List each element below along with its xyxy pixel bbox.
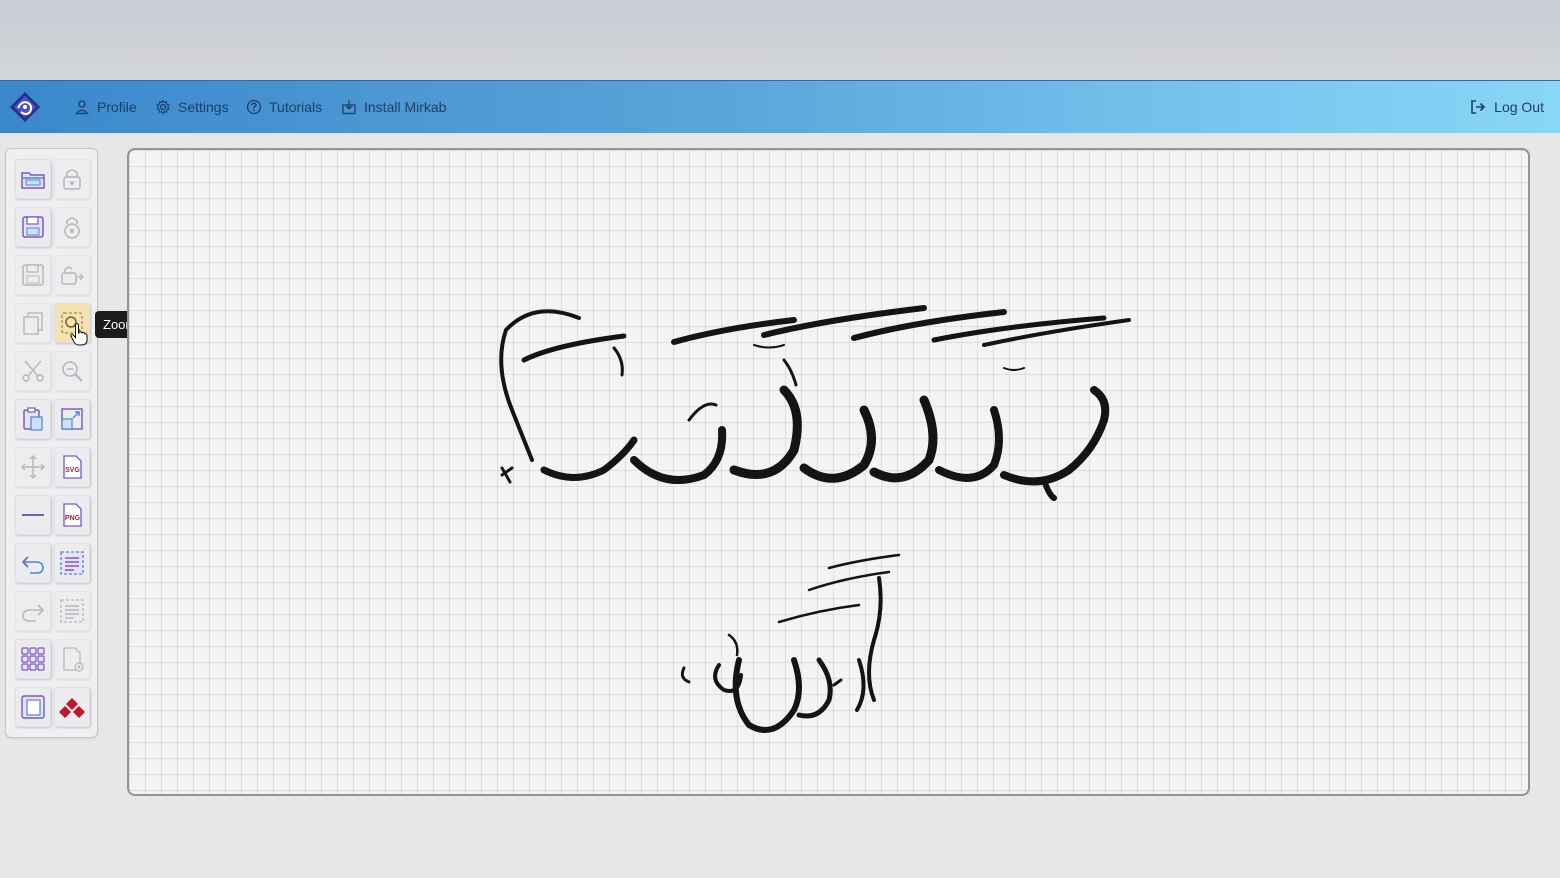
nav-tutorials[interactable]: Tutorials xyxy=(246,95,322,119)
move-button[interactable] xyxy=(15,447,51,487)
grid-icon xyxy=(21,647,45,671)
undo-icon xyxy=(21,556,44,574)
user-icon xyxy=(75,100,89,115)
gear-icon xyxy=(156,99,170,115)
save-as-icon xyxy=(22,264,44,286)
open-file-button[interactable] xyxy=(15,159,51,199)
nav-tutorials-label: Tutorials xyxy=(269,99,323,115)
open-folder-icon xyxy=(21,172,45,189)
grid-button[interactable] xyxy=(15,639,51,679)
redo-button[interactable] xyxy=(15,591,51,631)
help-icon xyxy=(246,99,262,115)
export-png-button[interactable]: PNG xyxy=(54,495,90,535)
zoom-out-icon xyxy=(62,361,83,382)
cut-icon xyxy=(22,360,44,382)
copy-button[interactable] xyxy=(15,303,51,343)
install-icon xyxy=(342,100,356,115)
paste-icon xyxy=(23,407,43,431)
save-button[interactable] xyxy=(15,207,51,247)
line-icon xyxy=(22,514,44,516)
nav-install-label: Install Mirkab xyxy=(364,99,447,115)
top-navbar: Profile Settings Tutorials Install Mirka… xyxy=(0,80,1560,133)
lock-icon xyxy=(63,169,81,190)
nav-profile[interactable]: Profile xyxy=(74,95,137,119)
png-export-icon: PNG xyxy=(63,503,82,527)
nav-profile-label: Profile xyxy=(97,99,137,115)
unlock-icon xyxy=(61,266,84,285)
cut-button[interactable] xyxy=(15,351,51,391)
app-logo-icon[interactable] xyxy=(8,90,42,124)
move-icon xyxy=(21,455,45,479)
text-block-alt-button[interactable] xyxy=(54,591,90,631)
paste-button[interactable] xyxy=(15,399,51,439)
redo-icon xyxy=(22,604,45,622)
new-page-button[interactable] xyxy=(54,639,90,679)
nav-settings[interactable]: Settings xyxy=(155,95,229,119)
frame-button[interactable] xyxy=(15,687,51,727)
calligraphy-artwork-small xyxy=(680,553,901,733)
text-block-alt-icon xyxy=(60,599,84,623)
text-block-button[interactable] xyxy=(54,543,90,583)
drawing-canvas[interactable] xyxy=(127,148,1530,796)
svg-export-icon: SVG xyxy=(63,455,82,479)
new-page-icon xyxy=(63,647,84,672)
logout-icon xyxy=(1471,100,1486,114)
text-block-icon xyxy=(60,551,84,575)
logout-label: Log Out xyxy=(1494,99,1544,115)
zoom-out-button[interactable] xyxy=(54,351,90,391)
brand-stamp-button[interactable] xyxy=(54,687,90,727)
nav-install[interactable]: Install Mirkab xyxy=(341,95,446,119)
png-label: PNG xyxy=(65,515,81,522)
nav-settings-label: Settings xyxy=(178,99,229,115)
hand-cursor-icon xyxy=(70,323,88,346)
export-svg-button[interactable]: SVG xyxy=(54,447,90,487)
lock-alt-icon xyxy=(64,217,80,239)
logout-button[interactable]: Log Out xyxy=(1470,95,1544,119)
unlock-button[interactable] xyxy=(54,255,90,295)
copy-icon xyxy=(23,312,43,335)
frame-icon xyxy=(21,695,45,719)
save-icon xyxy=(22,216,44,238)
save-as-button[interactable] xyxy=(15,255,51,295)
undo-button[interactable] xyxy=(15,543,51,583)
logo-stamp-icon xyxy=(59,698,85,718)
calligraphy-artwork-large xyxy=(499,305,1131,501)
lock-alt-button[interactable] xyxy=(54,207,90,247)
resize-button[interactable] xyxy=(54,399,90,439)
lock-button[interactable] xyxy=(54,159,90,199)
svg-label: SVG xyxy=(65,467,80,474)
tool-palette: SVG PNG xyxy=(5,148,98,738)
line-tool-button[interactable] xyxy=(15,495,51,535)
resize-icon xyxy=(61,408,83,430)
